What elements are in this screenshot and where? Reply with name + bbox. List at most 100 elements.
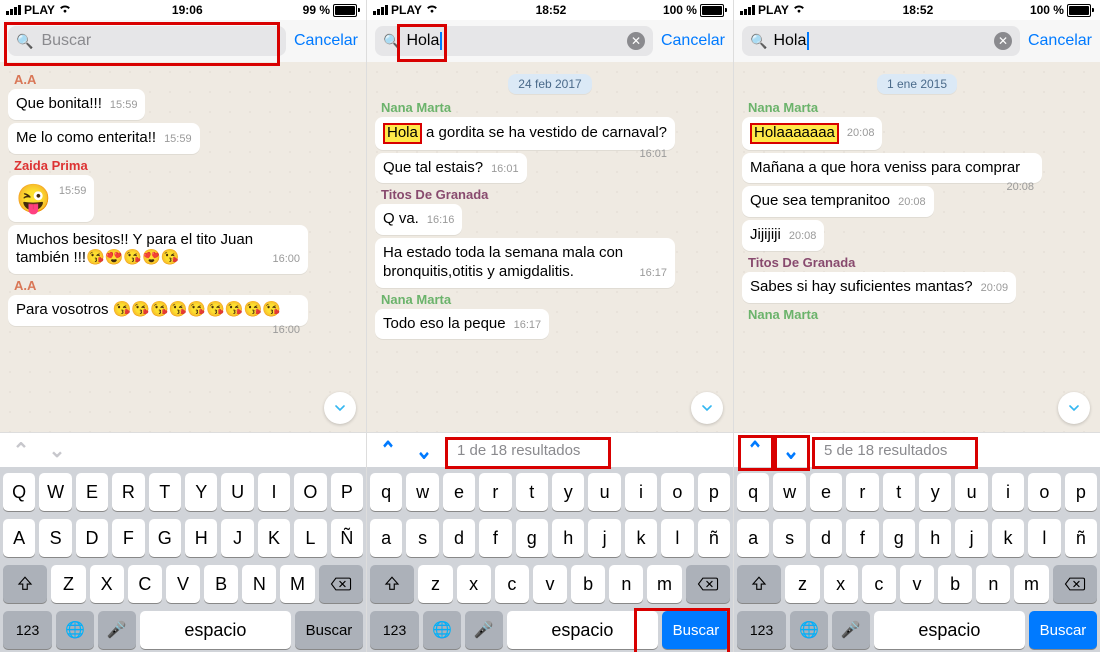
key-W[interactable]: W — [39, 473, 71, 511]
key-M[interactable]: M — [280, 565, 314, 603]
search-field[interactable]: 🔍Hola✕ — [742, 26, 1020, 56]
shift-key[interactable] — [370, 565, 414, 603]
clear-search-button[interactable]: ✕ — [627, 32, 645, 50]
numbers-key[interactable]: 123 — [737, 611, 786, 649]
search-input[interactable] — [39, 31, 250, 51]
message-bubble[interactable]: Ha estado toda la semana mala con bronqu… — [375, 238, 675, 288]
key-l[interactable]: l — [661, 519, 693, 557]
key-F[interactable]: F — [112, 519, 144, 557]
key-w[interactable]: w — [406, 473, 438, 511]
message-bubble[interactable]: Para vosotros 😘😘😘😘😘😘😘😘😘16:00 — [8, 295, 308, 326]
chat-pane[interactable]: A.AQue bonita!!!15:59Me lo como enterita… — [0, 62, 366, 432]
key-ñ[interactable]: ñ — [1065, 519, 1097, 557]
message-bubble[interactable]: Holaaaaaaa20:08 — [742, 117, 882, 150]
key-v[interactable]: v — [533, 565, 567, 603]
message-bubble[interactable]: 😜15:59 — [8, 175, 94, 222]
key-Ñ[interactable]: Ñ — [331, 519, 363, 557]
key-r[interactable]: r — [846, 473, 878, 511]
message-bubble[interactable]: Todo eso la peque16:17 — [375, 309, 549, 340]
key-u[interactable]: u — [588, 473, 620, 511]
key-z[interactable]: z — [785, 565, 819, 603]
key-A[interactable]: A — [3, 519, 35, 557]
key-G[interactable]: G — [149, 519, 181, 557]
message-bubble[interactable]: Que bonita!!!15:59 — [8, 89, 145, 120]
key-E[interactable]: E — [76, 473, 108, 511]
key-R[interactable]: R — [112, 473, 144, 511]
key-L[interactable]: L — [294, 519, 326, 557]
key-d[interactable]: d — [810, 519, 842, 557]
key-a[interactable]: a — [370, 519, 402, 557]
numbers-key[interactable]: 123 — [3, 611, 52, 649]
search-input-text[interactable]: Hola — [406, 32, 442, 50]
key-e[interactable]: e — [443, 473, 475, 511]
key-S[interactable]: S — [39, 519, 71, 557]
message-bubble[interactable]: Sabes si hay suficientes mantas?20:09 — [742, 272, 1016, 303]
message-bubble[interactable]: Muchos besitos!! Y para el tito Juan tam… — [8, 225, 308, 275]
key-ñ[interactable]: ñ — [698, 519, 730, 557]
key-Z[interactable]: Z — [51, 565, 85, 603]
message-bubble[interactable]: Que tal estais?16:01 — [375, 153, 527, 184]
key-c[interactable]: c — [862, 565, 896, 603]
key-k[interactable]: k — [625, 519, 657, 557]
key-i[interactable]: i — [625, 473, 657, 511]
search-next-button[interactable]: ⌄ — [780, 435, 802, 465]
key-c[interactable]: c — [495, 565, 529, 603]
cancel-button[interactable]: Cancelar — [1028, 32, 1092, 50]
message-bubble[interactable]: Hola a gordita se ha vestido de carnaval… — [375, 117, 675, 150]
key-u[interactable]: u — [955, 473, 987, 511]
key-g[interactable]: g — [516, 519, 548, 557]
key-o[interactable]: o — [661, 473, 693, 511]
search-input-text[interactable]: Hola — [773, 32, 809, 50]
message-bubble[interactable]: Q va.16:16 — [375, 204, 462, 235]
key-r[interactable]: r — [479, 473, 511, 511]
key-p[interactable]: p — [698, 473, 730, 511]
scroll-to-bottom-button[interactable] — [1058, 392, 1090, 424]
search-next-button[interactable]: ⌄ — [413, 435, 435, 465]
dictation-key[interactable]: 🎤 — [832, 611, 870, 649]
key-j[interactable]: j — [955, 519, 987, 557]
emoji-key[interactable]: 🌐 — [790, 611, 828, 649]
backspace-key[interactable] — [319, 565, 363, 603]
space-key[interactable]: espacio — [140, 611, 291, 649]
cancel-button[interactable]: Cancelar — [294, 32, 358, 50]
key-T[interactable]: T — [149, 473, 181, 511]
chat-pane[interactable]: 24 feb 2017Nana MartaHola a gordita se h… — [367, 62, 733, 432]
key-j[interactable]: j — [588, 519, 620, 557]
key-o[interactable]: o — [1028, 473, 1060, 511]
key-V[interactable]: V — [166, 565, 200, 603]
key-t[interactable]: t — [516, 473, 548, 511]
key-z[interactable]: z — [418, 565, 452, 603]
shift-key[interactable] — [737, 565, 781, 603]
key-y[interactable]: y — [919, 473, 951, 511]
key-n[interactable]: n — [609, 565, 643, 603]
cancel-button[interactable]: Cancelar — [661, 32, 725, 50]
key-a[interactable]: a — [737, 519, 769, 557]
emoji-key[interactable]: 🌐 — [423, 611, 461, 649]
key-h[interactable]: h — [919, 519, 951, 557]
dictation-key[interactable]: 🎤 — [465, 611, 503, 649]
key-v[interactable]: v — [900, 565, 934, 603]
key-H[interactable]: H — [185, 519, 217, 557]
key-f[interactable]: f — [846, 519, 878, 557]
search-key[interactable]: Buscar — [1029, 611, 1097, 649]
shift-key[interactable] — [3, 565, 47, 603]
chat-pane[interactable]: 1 ene 2015Nana MartaHolaaaaaaa20:08Mañan… — [734, 62, 1100, 432]
key-f[interactable]: f — [479, 519, 511, 557]
message-bubble[interactable]: Que sea tempranitoo20:08 — [742, 186, 934, 217]
dictation-key[interactable]: 🎤 — [98, 611, 136, 649]
key-X[interactable]: X — [90, 565, 124, 603]
emoji-key[interactable]: 🌐 — [56, 611, 94, 649]
key-k[interactable]: k — [992, 519, 1024, 557]
space-key[interactable]: espacio — [874, 611, 1025, 649]
key-s[interactable]: s — [773, 519, 805, 557]
key-m[interactable]: m — [1014, 565, 1048, 603]
search-key[interactable]: Buscar — [662, 611, 730, 649]
key-n[interactable]: n — [976, 565, 1010, 603]
message-bubble[interactable]: Mañana a que hora veniss para comprar20:… — [742, 153, 1042, 184]
key-d[interactable]: d — [443, 519, 475, 557]
key-s[interactable]: s — [406, 519, 438, 557]
backspace-key[interactable] — [686, 565, 730, 603]
key-i[interactable]: i — [992, 473, 1024, 511]
key-b[interactable]: b — [571, 565, 605, 603]
key-h[interactable]: h — [552, 519, 584, 557]
